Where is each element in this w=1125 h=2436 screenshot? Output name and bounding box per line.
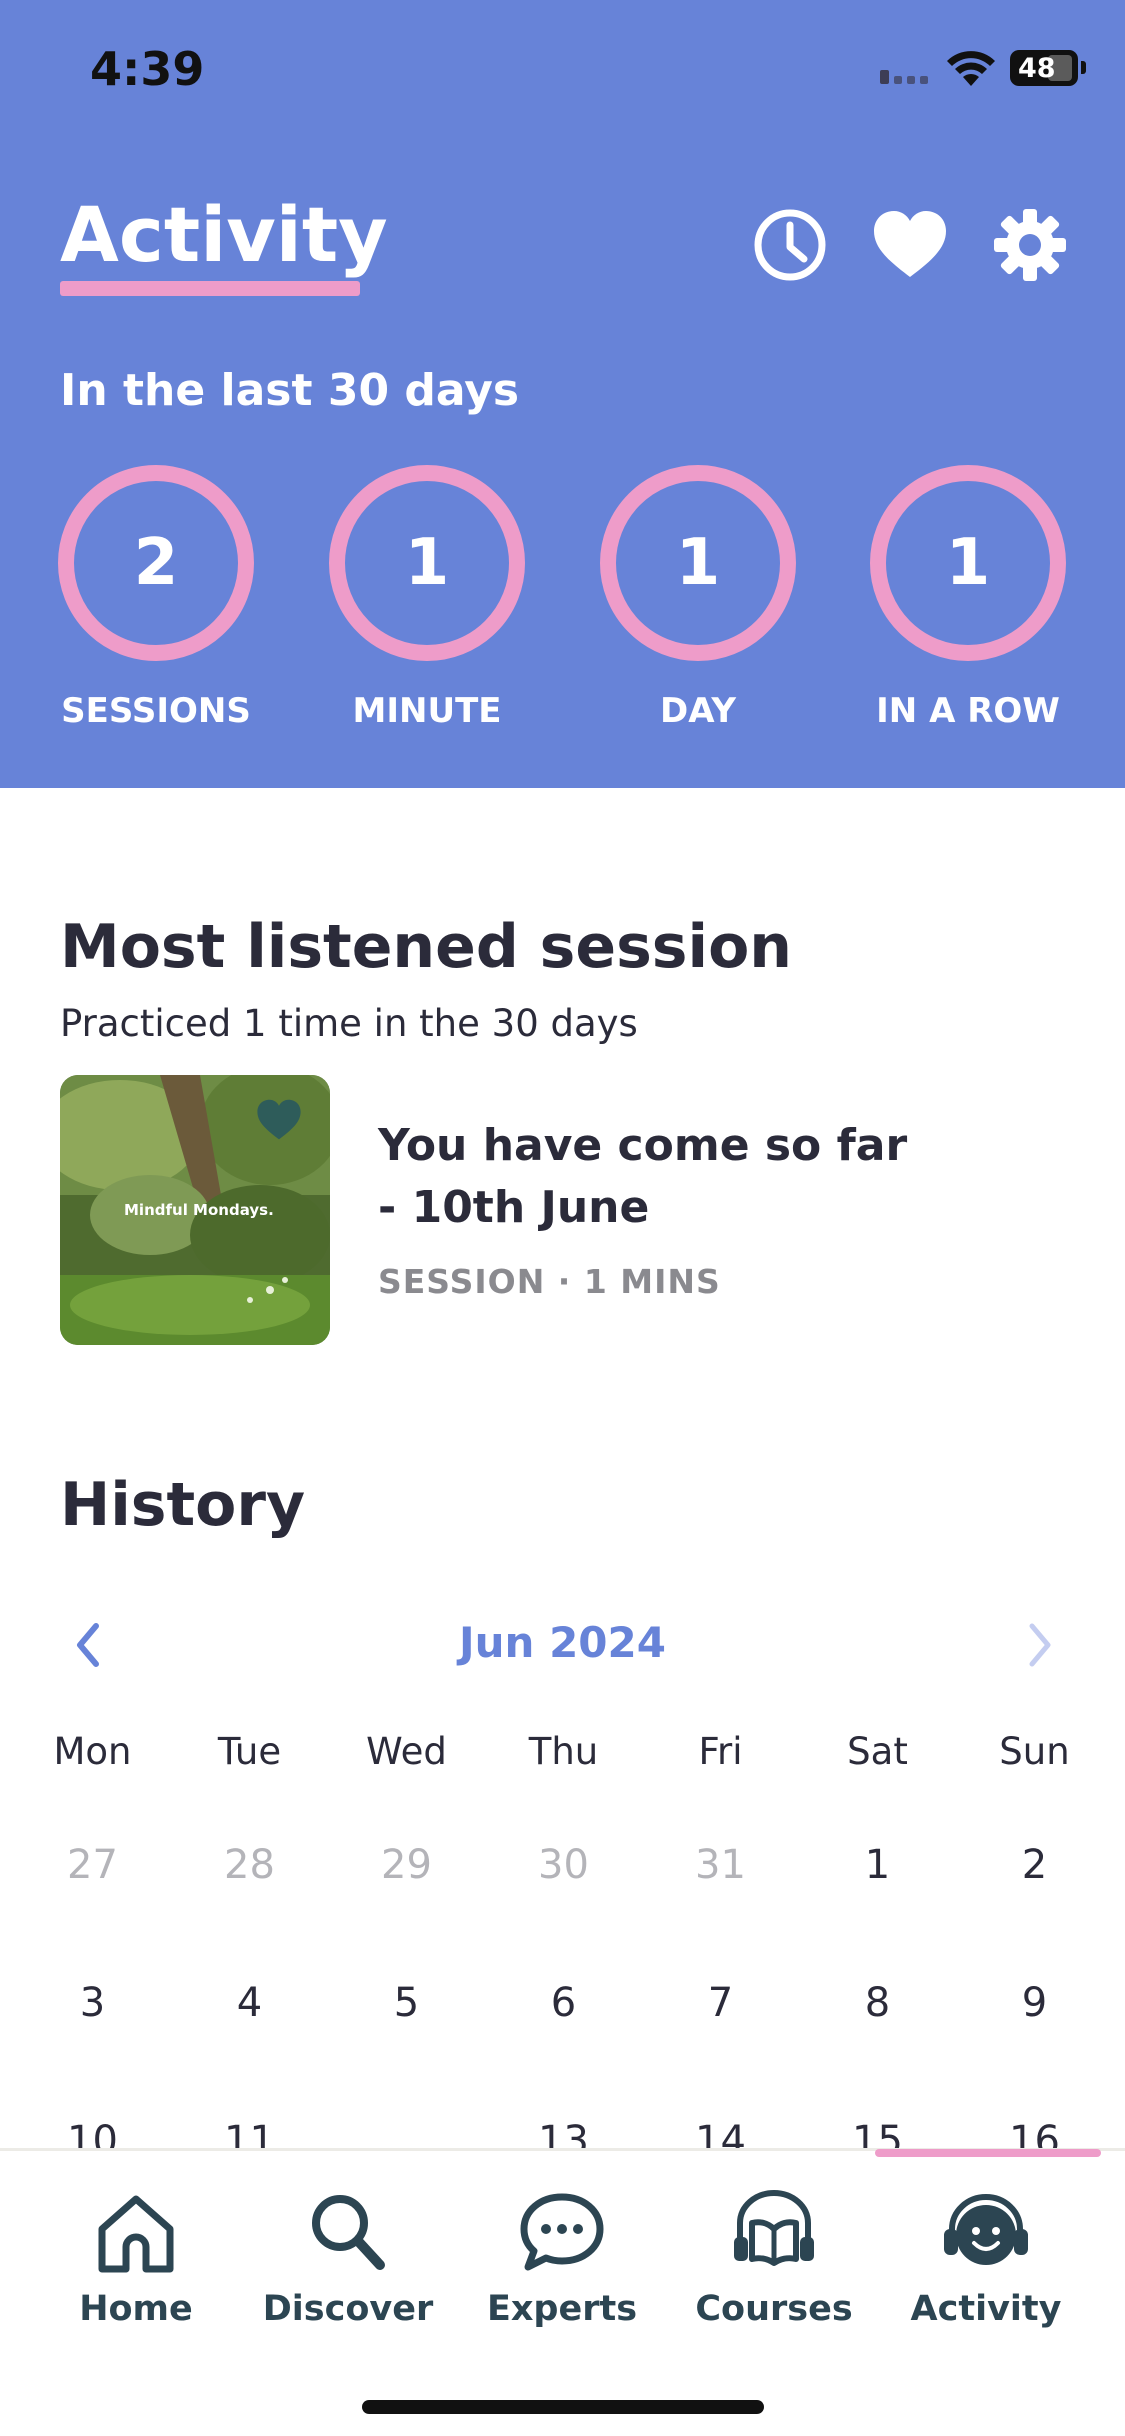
period-subtitle: In the last 30 days <box>60 365 520 416</box>
favorite-heart-icon[interactable] <box>255 1097 303 1141</box>
tab-label: Home <box>79 2289 193 2329</box>
stat-label: MINUTE <box>352 691 502 731</box>
activity-header: 4:39 48 Activity In the last 30 days 2 S… <box>0 0 1125 788</box>
listener-icon <box>944 2194 1028 2265</box>
battery-tip <box>1081 61 1086 74</box>
most-listened-heading: Most listened session <box>60 912 793 982</box>
calendar-week: 3 4 5 6 7 8 9 <box>14 1980 1114 2118</box>
calendar-day[interactable]: 2 <box>956 1842 1113 1888</box>
stat-ring: 1 <box>329 465 525 661</box>
chevron-right-icon[interactable] <box>1020 1620 1060 1670</box>
tab-courses[interactable]: Courses <box>668 2185 880 2329</box>
calendar-day[interactable]: 30 <box>485 1842 642 1888</box>
stat-days: 1 DAY <box>598 465 798 731</box>
calendar-week: 27 28 29 30 31 1 2 <box>14 1842 1114 1980</box>
chevron-left-icon[interactable] <box>68 1620 108 1670</box>
chat-icon <box>520 2193 604 2271</box>
calendar-day[interactable]: 31 <box>642 1842 799 1888</box>
home-icon <box>98 2195 174 2273</box>
calendar-day[interactable]: 5 <box>328 1980 485 2026</box>
weekday-label: Tue <box>217 1730 282 1773</box>
page-title: Activity <box>60 190 388 279</box>
session-title[interactable]: You have come so far - 10th June <box>378 1115 938 1239</box>
history-icon[interactable] <box>750 205 830 285</box>
calendar-day[interactable]: 9 <box>956 1980 1113 2026</box>
title-underline <box>60 281 360 296</box>
session-meta: SESSION · 1 MINS <box>378 1262 721 1301</box>
stat-ring: 2 <box>58 465 254 661</box>
weekday-label: Fri <box>698 1730 743 1773</box>
calendar-day[interactable]: 8 <box>799 1980 956 2026</box>
stat-value: 1 <box>675 526 721 600</box>
cellular-signal-icon <box>880 70 928 84</box>
stat-streak: 1 IN A ROW <box>868 465 1068 731</box>
status-bar: 4:39 48 <box>0 0 1125 140</box>
gear-icon[interactable] <box>990 205 1070 285</box>
stat-sessions: 2 SESSIONS <box>56 465 256 731</box>
weekday-label: Sat <box>847 1730 908 1773</box>
tab-experts[interactable]: Experts <box>456 2185 668 2329</box>
calendar-day[interactable]: 7 <box>642 1980 799 2026</box>
tab-label: Discover <box>262 2289 434 2329</box>
weekday-label: Sun <box>999 1730 1070 1773</box>
thumbnail-caption: Mindful Mondays. <box>124 1201 274 1219</box>
stat-label: SESSIONS <box>61 691 251 731</box>
weekday-label: Thu <box>528 1730 599 1773</box>
calendar-day[interactable]: 6 <box>485 1980 642 2026</box>
battery-level: 48 <box>1018 52 1056 84</box>
wifi-icon <box>947 51 995 86</box>
tab-home[interactable]: Home <box>30 2185 242 2329</box>
tab-discover[interactable]: Discover <box>242 2185 454 2329</box>
history-heading: History <box>60 1470 306 1540</box>
stat-label: DAY <box>660 691 736 731</box>
calendar-day[interactable]: 28 <box>171 1842 328 1888</box>
calendar-weekday-row: Mon Tue Wed Thu Fri Sat Sun <box>14 1730 1114 1842</box>
most-listened-subtitle: Practiced 1 time in the 30 days <box>60 1002 638 1045</box>
battery-icon: 48 <box>1010 50 1078 86</box>
home-indicator <box>362 2400 764 2414</box>
tab-label: Activity <box>910 2289 1062 2329</box>
status-time: 4:39 <box>90 42 205 96</box>
session-thumbnail[interactable]: Mindful Mondays. <box>60 1075 330 1345</box>
stat-minutes: 1 MINUTE <box>327 465 527 731</box>
calendar-day[interactable]: 3 <box>14 1980 171 2026</box>
stat-ring: 1 <box>600 465 796 661</box>
stat-value: 1 <box>945 526 991 600</box>
calendar-day[interactable]: 29 <box>328 1842 485 1888</box>
tab-activity[interactable]: Activity <box>880 2185 1092 2329</box>
calendar-day[interactable]: 4 <box>171 1980 328 2026</box>
calendar-day[interactable]: 27 <box>14 1842 171 1888</box>
stat-value: 2 <box>133 526 179 600</box>
heart-icon[interactable] <box>870 205 950 285</box>
stat-label: IN A ROW <box>876 691 1060 731</box>
stat-value: 1 <box>404 526 450 600</box>
weekday-label: Wed <box>366 1730 447 1773</box>
tab-label: Experts <box>486 2289 638 2329</box>
tab-label: Courses <box>695 2289 853 2329</box>
weekday-label: Mon <box>53 1730 132 1773</box>
search-icon <box>312 2195 385 2270</box>
calendar-month: Jun 2024 <box>459 1618 666 1667</box>
book-icon <box>734 2190 814 2266</box>
stat-ring: 1 <box>870 465 1066 661</box>
calendar-day[interactable]: 1 <box>799 1842 956 1888</box>
active-tab-indicator <box>875 2149 1101 2157</box>
